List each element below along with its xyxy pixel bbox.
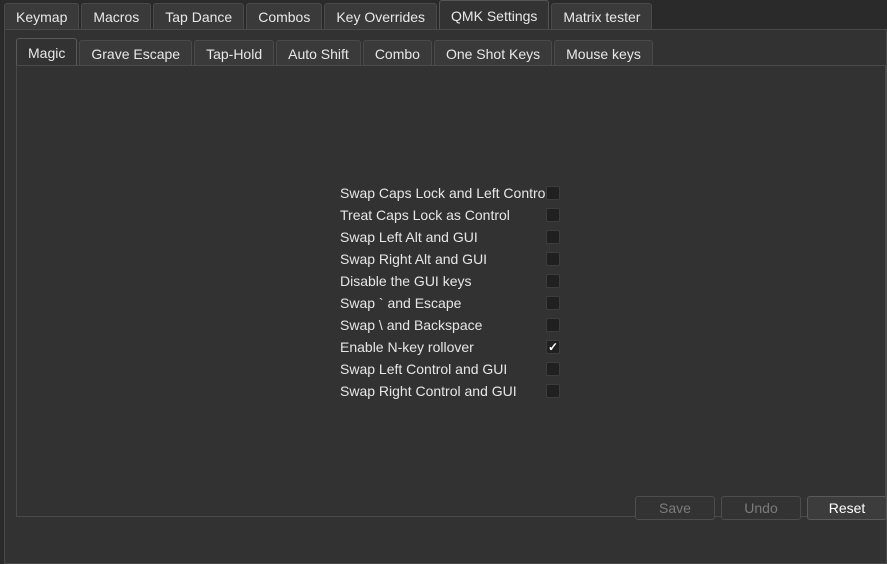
setting-row: Enable N-key rollover ✓: [340, 336, 560, 358]
treat-caps-lock-as-control-checkbox[interactable]: [546, 208, 560, 222]
setting-label: Swap Left Control and GUI: [340, 361, 508, 377]
disable-gui-keys-checkbox[interactable]: [546, 274, 560, 288]
swap-right-alt-gui-checkbox[interactable]: [546, 252, 560, 266]
checkmark-icon: ✓: [547, 340, 559, 354]
setting-row: Swap Caps Lock and Left Control: [340, 182, 560, 204]
setting-row: Swap Left Control and GUI: [340, 358, 560, 380]
swap-backslash-backspace-checkbox[interactable]: [546, 318, 560, 332]
settings-tab-bar: Magic Grave Escape Tap-Hold Auto Shift C…: [16, 38, 655, 66]
setting-label: Disable the GUI keys: [340, 273, 472, 289]
magic-settings-list: Swap Caps Lock and Left Control Treat Ca…: [340, 182, 560, 402]
tab-auto-shift[interactable]: Auto Shift: [276, 40, 361, 66]
setting-row: Swap Right Control and GUI: [340, 380, 560, 402]
setting-label: Swap Right Alt and GUI: [340, 251, 488, 267]
save-button[interactable]: Save: [635, 496, 715, 520]
setting-label: Swap \ and Backspace: [340, 317, 483, 333]
tab-grave-escape[interactable]: Grave Escape: [79, 40, 193, 66]
swap-grave-escape-checkbox[interactable]: [546, 296, 560, 310]
tab-keymap[interactable]: Keymap: [4, 3, 80, 30]
qmk-settings-panel: Magic Grave Escape Tap-Hold Auto Shift C…: [4, 29, 887, 564]
setting-label: Enable N-key rollover: [340, 339, 474, 355]
swap-right-control-gui-checkbox[interactable]: [546, 384, 560, 398]
tab-mouse-keys[interactable]: Mouse keys: [554, 40, 653, 66]
setting-row: Disable the GUI keys: [340, 270, 560, 292]
enable-nkro-checkbox[interactable]: ✓: [546, 340, 560, 354]
swap-left-alt-gui-checkbox[interactable]: [546, 230, 560, 244]
setting-row: Swap Right Alt and GUI: [340, 248, 560, 270]
top-tab-bar: Keymap Macros Tap Dance Combos Key Overr…: [4, 0, 654, 30]
setting-label: Swap Caps Lock and Left Control: [340, 185, 549, 201]
tab-qmk-settings[interactable]: QMK Settings: [439, 0, 550, 30]
setting-row: Swap \ and Backspace: [340, 314, 560, 336]
swap-caps-lock-left-control-checkbox[interactable]: [546, 186, 560, 200]
swap-left-control-gui-checkbox[interactable]: [546, 362, 560, 376]
setting-row: Swap Left Alt and GUI: [340, 226, 560, 248]
tab-combos[interactable]: Combos: [246, 3, 323, 30]
tab-key-overrides[interactable]: Key Overrides: [324, 3, 438, 30]
magic-settings-panel: Swap Caps Lock and Left Control Treat Ca…: [16, 65, 886, 517]
setting-row: Treat Caps Lock as Control: [340, 204, 560, 226]
setting-row: Swap ` and Escape: [340, 292, 560, 314]
tab-one-shot-keys[interactable]: One Shot Keys: [433, 40, 553, 66]
setting-label: Treat Caps Lock as Control: [340, 207, 510, 223]
tab-tap-dance[interactable]: Tap Dance: [153, 3, 245, 30]
tab-matrix-tester[interactable]: Matrix tester: [551, 3, 653, 30]
setting-label: Swap ` and Escape: [340, 295, 462, 311]
tab-macros[interactable]: Macros: [81, 3, 152, 30]
tab-combo[interactable]: Combo: [362, 40, 432, 66]
undo-button[interactable]: Undo: [721, 496, 801, 520]
tab-tap-hold[interactable]: Tap-Hold: [194, 40, 275, 66]
setting-label: Swap Left Alt and GUI: [340, 229, 478, 245]
reset-button[interactable]: Reset: [807, 496, 887, 520]
tab-magic[interactable]: Magic: [16, 38, 78, 66]
setting-label: Swap Right Control and GUI: [340, 383, 517, 399]
